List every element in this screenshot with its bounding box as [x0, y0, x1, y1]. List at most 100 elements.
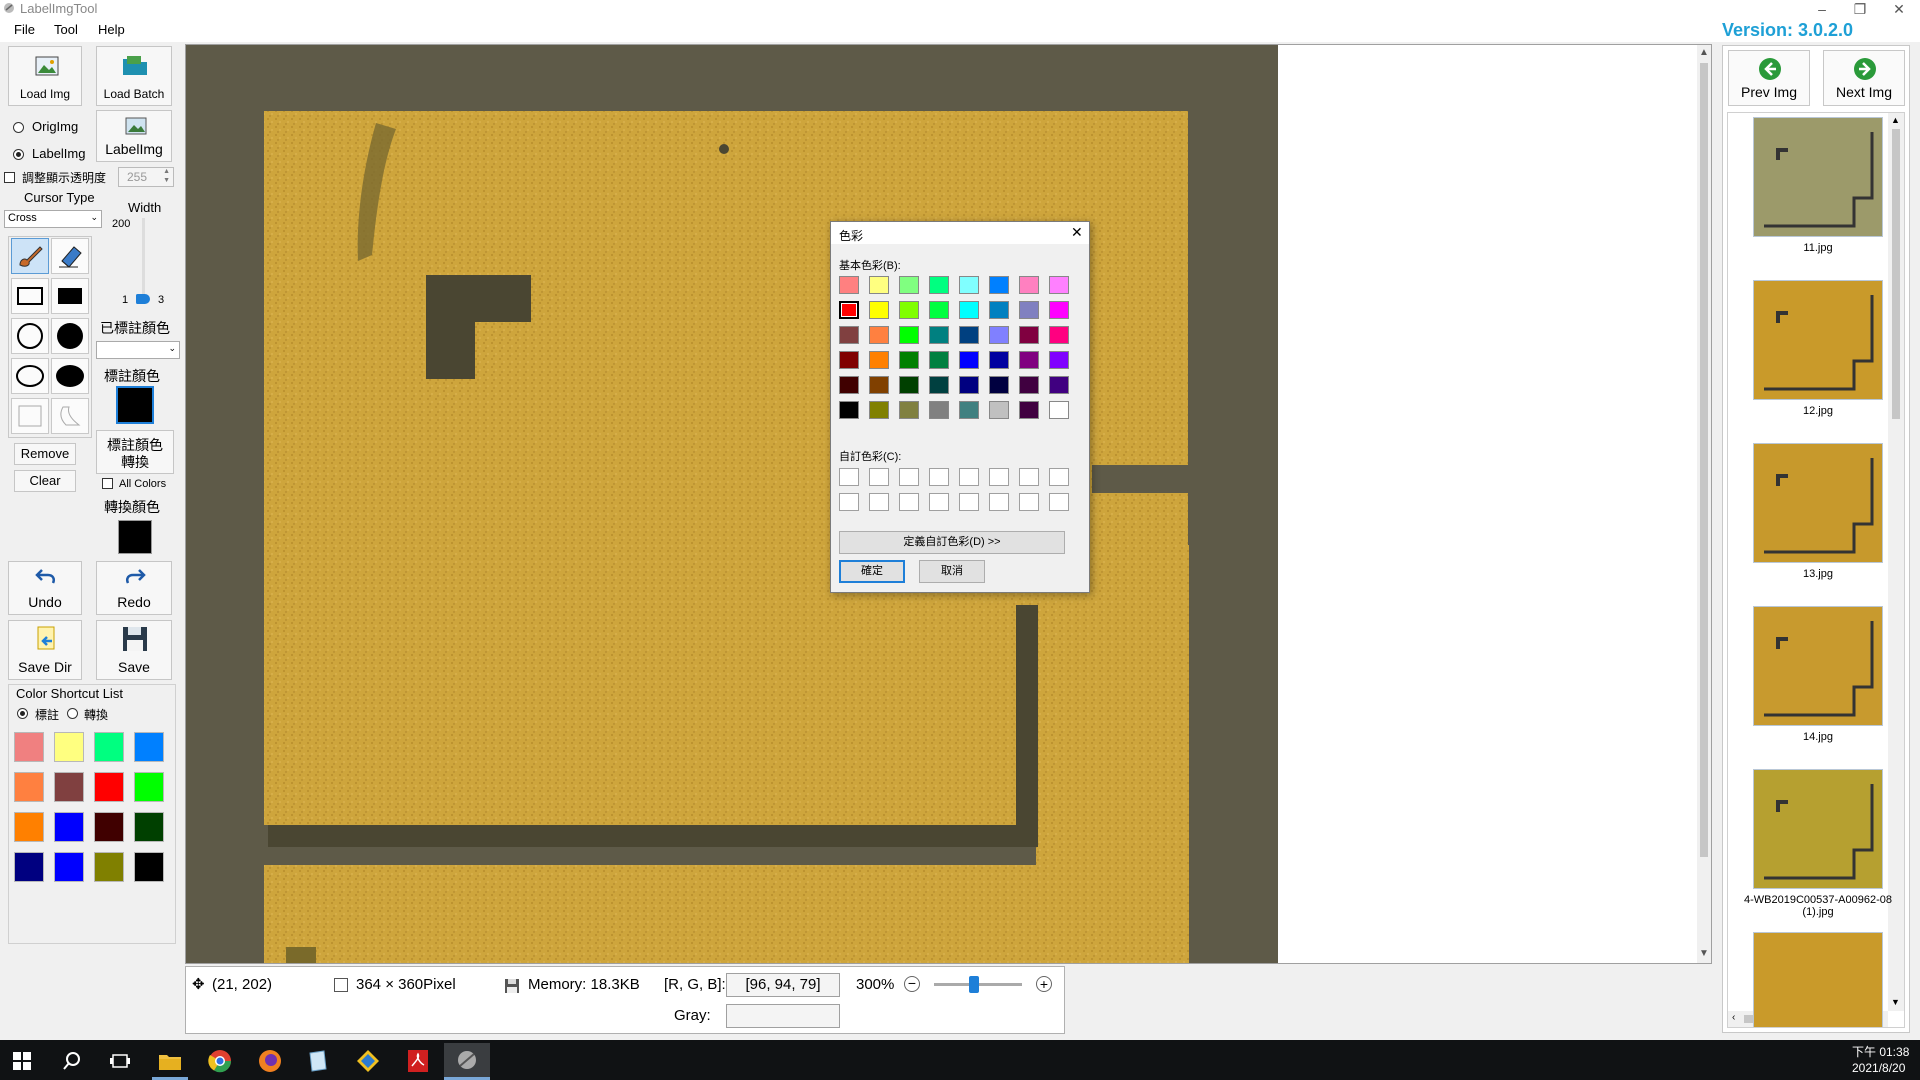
basic-color-swatch[interactable]	[1019, 401, 1039, 419]
menu-tool[interactable]: Tool	[54, 22, 78, 37]
prev-img-button[interactable]: Prev Img	[1728, 50, 1810, 106]
basic-color-swatch[interactable]	[989, 376, 1009, 394]
canvas-vertical-scrollbar[interactable]: ▲ ▼	[1697, 45, 1711, 963]
polygon-tool-button[interactable]	[11, 398, 49, 434]
ok-button[interactable]: 確定	[839, 560, 905, 583]
label-img-button[interactable]: LabelImg	[96, 110, 172, 162]
basic-color-swatch[interactable]	[989, 301, 1009, 319]
close-window-button[interactable]: ✕	[1884, 0, 1914, 18]
task-view-button[interactable]	[100, 1046, 140, 1076]
shortcut-swatch[interactable]	[134, 732, 164, 762]
undo-button[interactable]: Undo	[8, 561, 82, 615]
custom-color-swatch[interactable]	[959, 493, 979, 511]
all-colors-checkbox[interactable]	[102, 478, 113, 489]
custom-color-swatch[interactable]	[839, 468, 859, 486]
remove-button[interactable]: Remove	[14, 443, 76, 465]
basic-color-swatch[interactable]	[1019, 351, 1039, 369]
thumbnail-list[interactable]: ▲ ▼ ‹ › 11.jpg12.jpg13.jpg14.jpg4-WB2019…	[1727, 112, 1905, 1028]
basic-color-swatch[interactable]	[1019, 326, 1039, 344]
scroll-up-icon[interactable]: ▲	[1699, 47, 1709, 58]
basic-color-swatch[interactable]	[899, 401, 919, 419]
acrobat-button[interactable]	[398, 1046, 438, 1076]
basic-color-swatch[interactable]	[839, 401, 859, 419]
notepad-button[interactable]	[298, 1046, 338, 1076]
redo-button[interactable]: Redo	[96, 561, 172, 615]
custom-color-swatch[interactable]	[869, 493, 889, 511]
cancel-button[interactable]: 取消	[919, 560, 985, 583]
basic-color-swatch[interactable]	[869, 276, 889, 294]
basic-color-swatch[interactable]	[869, 376, 889, 394]
scroll-down-icon[interactable]: ▼	[1891, 997, 1900, 1007]
menu-help[interactable]: Help	[98, 22, 125, 37]
custom-color-swatch[interactable]	[929, 493, 949, 511]
next-img-button[interactable]: Next Img	[1823, 50, 1905, 106]
image-view[interactable]	[186, 45, 1278, 964]
label-color-swatch[interactable]	[116, 386, 154, 424]
ellipse-fill-tool-button[interactable]	[51, 358, 89, 394]
thumb-scrollbar-thumb[interactable]	[1892, 129, 1900, 419]
orig-img-radio[interactable]	[13, 122, 24, 133]
thumbnail-image[interactable]	[1753, 769, 1883, 889]
lasso-tool-button[interactable]	[51, 398, 89, 434]
basic-color-swatch[interactable]	[1049, 326, 1069, 344]
custom-color-swatch[interactable]	[899, 493, 919, 511]
shortcut-swatch[interactable]	[54, 812, 84, 842]
scroll-left-icon[interactable]: ‹	[1732, 1012, 1735, 1023]
basic-color-swatch[interactable]	[1049, 301, 1069, 319]
custom-color-swatch[interactable]	[1019, 493, 1039, 511]
basic-color-swatch[interactable]	[929, 301, 949, 319]
shortcut-swatch[interactable]	[134, 852, 164, 882]
cursor-type-select[interactable]: Cross ⌄	[4, 210, 102, 228]
adjust-opacity-checkbox[interactable]	[4, 172, 15, 183]
custom-color-swatch[interactable]	[989, 493, 1009, 511]
basic-color-swatch[interactable]	[959, 401, 979, 419]
basic-color-swatch[interactable]	[1049, 401, 1069, 419]
custom-color-swatch[interactable]	[959, 468, 979, 486]
basic-color-swatch[interactable]	[899, 376, 919, 394]
git-button[interactable]	[348, 1046, 388, 1076]
spin-down-icon[interactable]: ▼	[163, 177, 170, 184]
labeled-color-select[interactable]: ⌄	[96, 341, 180, 359]
basic-color-swatch[interactable]	[1019, 301, 1039, 319]
thumbnail-image[interactable]	[1753, 443, 1883, 563]
basic-color-swatch[interactable]	[839, 326, 859, 344]
load-batch-button[interactable]: Load Batch	[96, 46, 172, 106]
basic-color-swatch[interactable]	[989, 401, 1009, 419]
custom-color-swatch[interactable]	[1019, 468, 1039, 486]
zoom-slider-thumb[interactable]	[968, 976, 979, 993]
label-img-radio[interactable]	[13, 149, 24, 160]
scroll-down-icon[interactable]: ▼	[1699, 948, 1709, 959]
basic-color-swatch[interactable]	[899, 301, 919, 319]
shortcut-swatch[interactable]	[134, 812, 164, 842]
basic-color-swatch[interactable]	[989, 351, 1009, 369]
basic-color-swatch[interactable]	[899, 276, 919, 294]
basic-color-swatch[interactable]	[869, 326, 889, 344]
shortcut-convert-radio[interactable]	[67, 708, 78, 719]
clear-button[interactable]: Clear	[14, 470, 76, 492]
rect-outline-tool-button[interactable]	[11, 278, 49, 314]
shortcut-swatch[interactable]	[54, 732, 84, 762]
file-explorer-button[interactable]	[150, 1046, 190, 1076]
search-button[interactable]	[52, 1046, 92, 1076]
zoom-out-icon[interactable]: −	[904, 976, 920, 992]
shortcut-swatch[interactable]	[94, 772, 124, 802]
custom-color-swatch[interactable]	[899, 468, 919, 486]
restore-button[interactable]: ❐	[1845, 0, 1875, 18]
custom-color-swatch[interactable]	[869, 468, 889, 486]
circle-outline-tool-button[interactable]	[11, 318, 49, 354]
basic-color-swatch[interactable]	[929, 401, 949, 419]
minimize-button[interactable]: –	[1807, 0, 1837, 18]
basic-color-swatch[interactable]	[839, 276, 859, 294]
custom-color-swatch[interactable]	[1049, 468, 1069, 486]
shortcut-swatch[interactable]	[14, 772, 44, 802]
shortcut-swatch[interactable]	[94, 812, 124, 842]
basic-color-swatch[interactable]	[959, 276, 979, 294]
menu-file[interactable]: File	[14, 22, 35, 37]
basic-color-swatch[interactable]	[1019, 276, 1039, 294]
custom-color-swatch[interactable]	[839, 493, 859, 511]
basic-color-swatch[interactable]	[929, 376, 949, 394]
thumbnail-image[interactable]	[1753, 117, 1883, 237]
basic-color-swatch[interactable]	[899, 326, 919, 344]
basic-color-swatch[interactable]	[839, 301, 859, 319]
basic-color-swatch[interactable]	[929, 276, 949, 294]
